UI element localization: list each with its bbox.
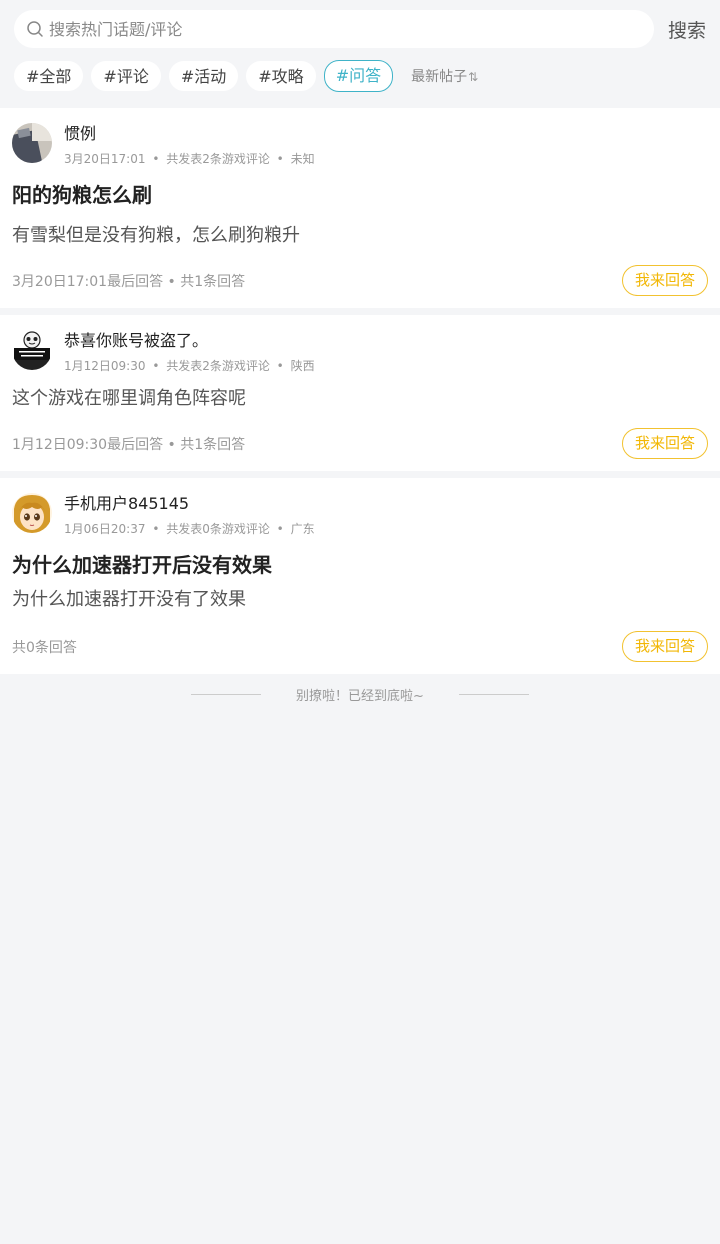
separator-dot: •	[148, 152, 164, 166]
tag-filter-row: #全部 #评论 #活动 #攻略 #问答 最新帖子⇅	[14, 59, 706, 93]
username[interactable]: 手机用户845145	[64, 493, 315, 515]
user-stats: 共发表2条游戏评论	[166, 359, 270, 373]
search-box[interactable]	[14, 10, 654, 48]
post-meta: 1月06日20:37 • 共发表0条游戏评论 • 广东	[64, 521, 315, 537]
post-title[interactable]: 为什么加速器打开后没有效果	[12, 551, 708, 579]
search-input[interactable]	[49, 19, 609, 39]
end-of-list: 别撩啦！已经到底啦~	[0, 683, 720, 705]
post-header: 手机用户845145 1月06日20:37 • 共发表0条游戏评论 • 广东	[12, 493, 708, 539]
search-icon	[27, 21, 43, 37]
answer-summary: 3月20日17:01最后回答 • 共1条回答	[12, 273, 246, 290]
sort-label: 最新帖子	[411, 69, 468, 85]
separator-dot: •	[272, 522, 288, 536]
user-meta: 惯例 3月20日17:01 • 共发表2条游戏评论 • 未知	[64, 123, 315, 167]
sort-dropdown[interactable]: 最新帖子⇅	[411, 66, 478, 86]
post-body[interactable]: 为什么加速器打开没有了效果	[12, 587, 708, 613]
user-stats: 共发表0条游戏评论	[166, 522, 270, 536]
post-footer: 共0条回答 我来回答	[12, 631, 708, 662]
separator-dot: •	[148, 522, 164, 536]
separator-dot: •	[272, 359, 288, 373]
post-footer: 3月20日17:01最后回答 • 共1条回答 我来回答	[12, 265, 708, 296]
post-body[interactable]: 有雪梨但是没有狗粮，怎么刷狗粮升	[12, 223, 708, 249]
post-body[interactable]: 这个游戏在哪里调角色阵容呢	[12, 386, 708, 412]
tag-guides[interactable]: #攻略	[246, 61, 316, 91]
divider	[458, 693, 529, 695]
post-footer: 1月12日09:30最后回答 • 共1条回答 我来回答	[12, 428, 708, 459]
avatar-image	[12, 330, 52, 370]
username[interactable]: 恭喜你账号被盗了。	[64, 330, 315, 352]
tag-events[interactable]: #活动	[168, 61, 239, 91]
avatar[interactable]	[12, 330, 52, 370]
post-meta: 3月20日17:01 • 共发表2条游戏评论 • 未知	[64, 151, 315, 167]
avatar[interactable]	[12, 493, 52, 533]
post-time: 3月20日17:01	[64, 152, 146, 166]
avatar-image	[12, 493, 52, 533]
answer-button[interactable]: 我来回答	[621, 428, 708, 459]
avatar-image	[12, 123, 52, 163]
answer-button[interactable]: 我来回答	[621, 631, 708, 662]
tag-qa[interactable]: #问答	[323, 60, 394, 92]
avatar[interactable]	[12, 123, 52, 163]
post-card[interactable]: 惯例 3月20日17:01 • 共发表2条游戏评论 • 未知 阳的狗粮怎么刷 有…	[0, 108, 720, 308]
username[interactable]: 惯例	[64, 123, 315, 145]
post-header: 惯例 3月20日17:01 • 共发表2条游戏评论 • 未知	[12, 123, 708, 169]
user-meta: 恭喜你账号被盗了。 1月12日09:30 • 共发表2条游戏评论 • 陕西	[64, 330, 315, 374]
tag-comments[interactable]: #评论	[91, 61, 161, 91]
post-time: 1月06日20:37	[64, 522, 146, 536]
answer-button[interactable]: 我来回答	[621, 265, 708, 296]
user-location: 广东	[290, 522, 315, 536]
end-of-list-text: 别撩啦！已经到底啦~	[296, 688, 424, 704]
separator-dot: •	[148, 359, 164, 373]
post-card[interactable]: 手机用户845145 1月06日20:37 • 共发表0条游戏评论 • 广东 为…	[0, 478, 720, 674]
sort-arrows-icon: ⇅	[468, 70, 479, 84]
search-button[interactable]: 搜索	[664, 16, 706, 43]
post-list: 惯例 3月20日17:01 • 共发表2条游戏评论 • 未知 阳的狗粮怎么刷 有…	[0, 108, 720, 674]
post-time: 1月12日09:30	[64, 359, 146, 373]
user-meta: 手机用户845145 1月06日20:37 • 共发表0条游戏评论 • 广东	[64, 493, 315, 537]
divider	[191, 693, 262, 695]
user-stats: 共发表2条游戏评论	[166, 152, 270, 166]
post-meta: 1月12日09:30 • 共发表2条游戏评论 • 陕西	[64, 358, 315, 374]
separator-dot: •	[272, 152, 288, 166]
user-location: 未知	[290, 152, 315, 166]
post-title[interactable]: 阳的狗粮怎么刷	[12, 181, 708, 209]
user-location: 陕西	[290, 359, 315, 373]
post-card[interactable]: 恭喜你账号被盗了。 1月12日09:30 • 共发表2条游戏评论 • 陕西 这个…	[0, 315, 720, 471]
post-header: 恭喜你账号被盗了。 1月12日09:30 • 共发表2条游戏评论 • 陕西	[12, 330, 708, 376]
tag-all[interactable]: #全部	[14, 61, 84, 91]
answer-summary: 1月12日09:30最后回答 • 共1条回答	[12, 436, 246, 453]
answer-summary: 共0条回答	[12, 639, 77, 656]
search-row: 搜索	[14, 10, 706, 48]
header: 搜索 #全部 #评论 #活动 #攻略 #问答 最新帖子⇅	[0, 0, 720, 93]
